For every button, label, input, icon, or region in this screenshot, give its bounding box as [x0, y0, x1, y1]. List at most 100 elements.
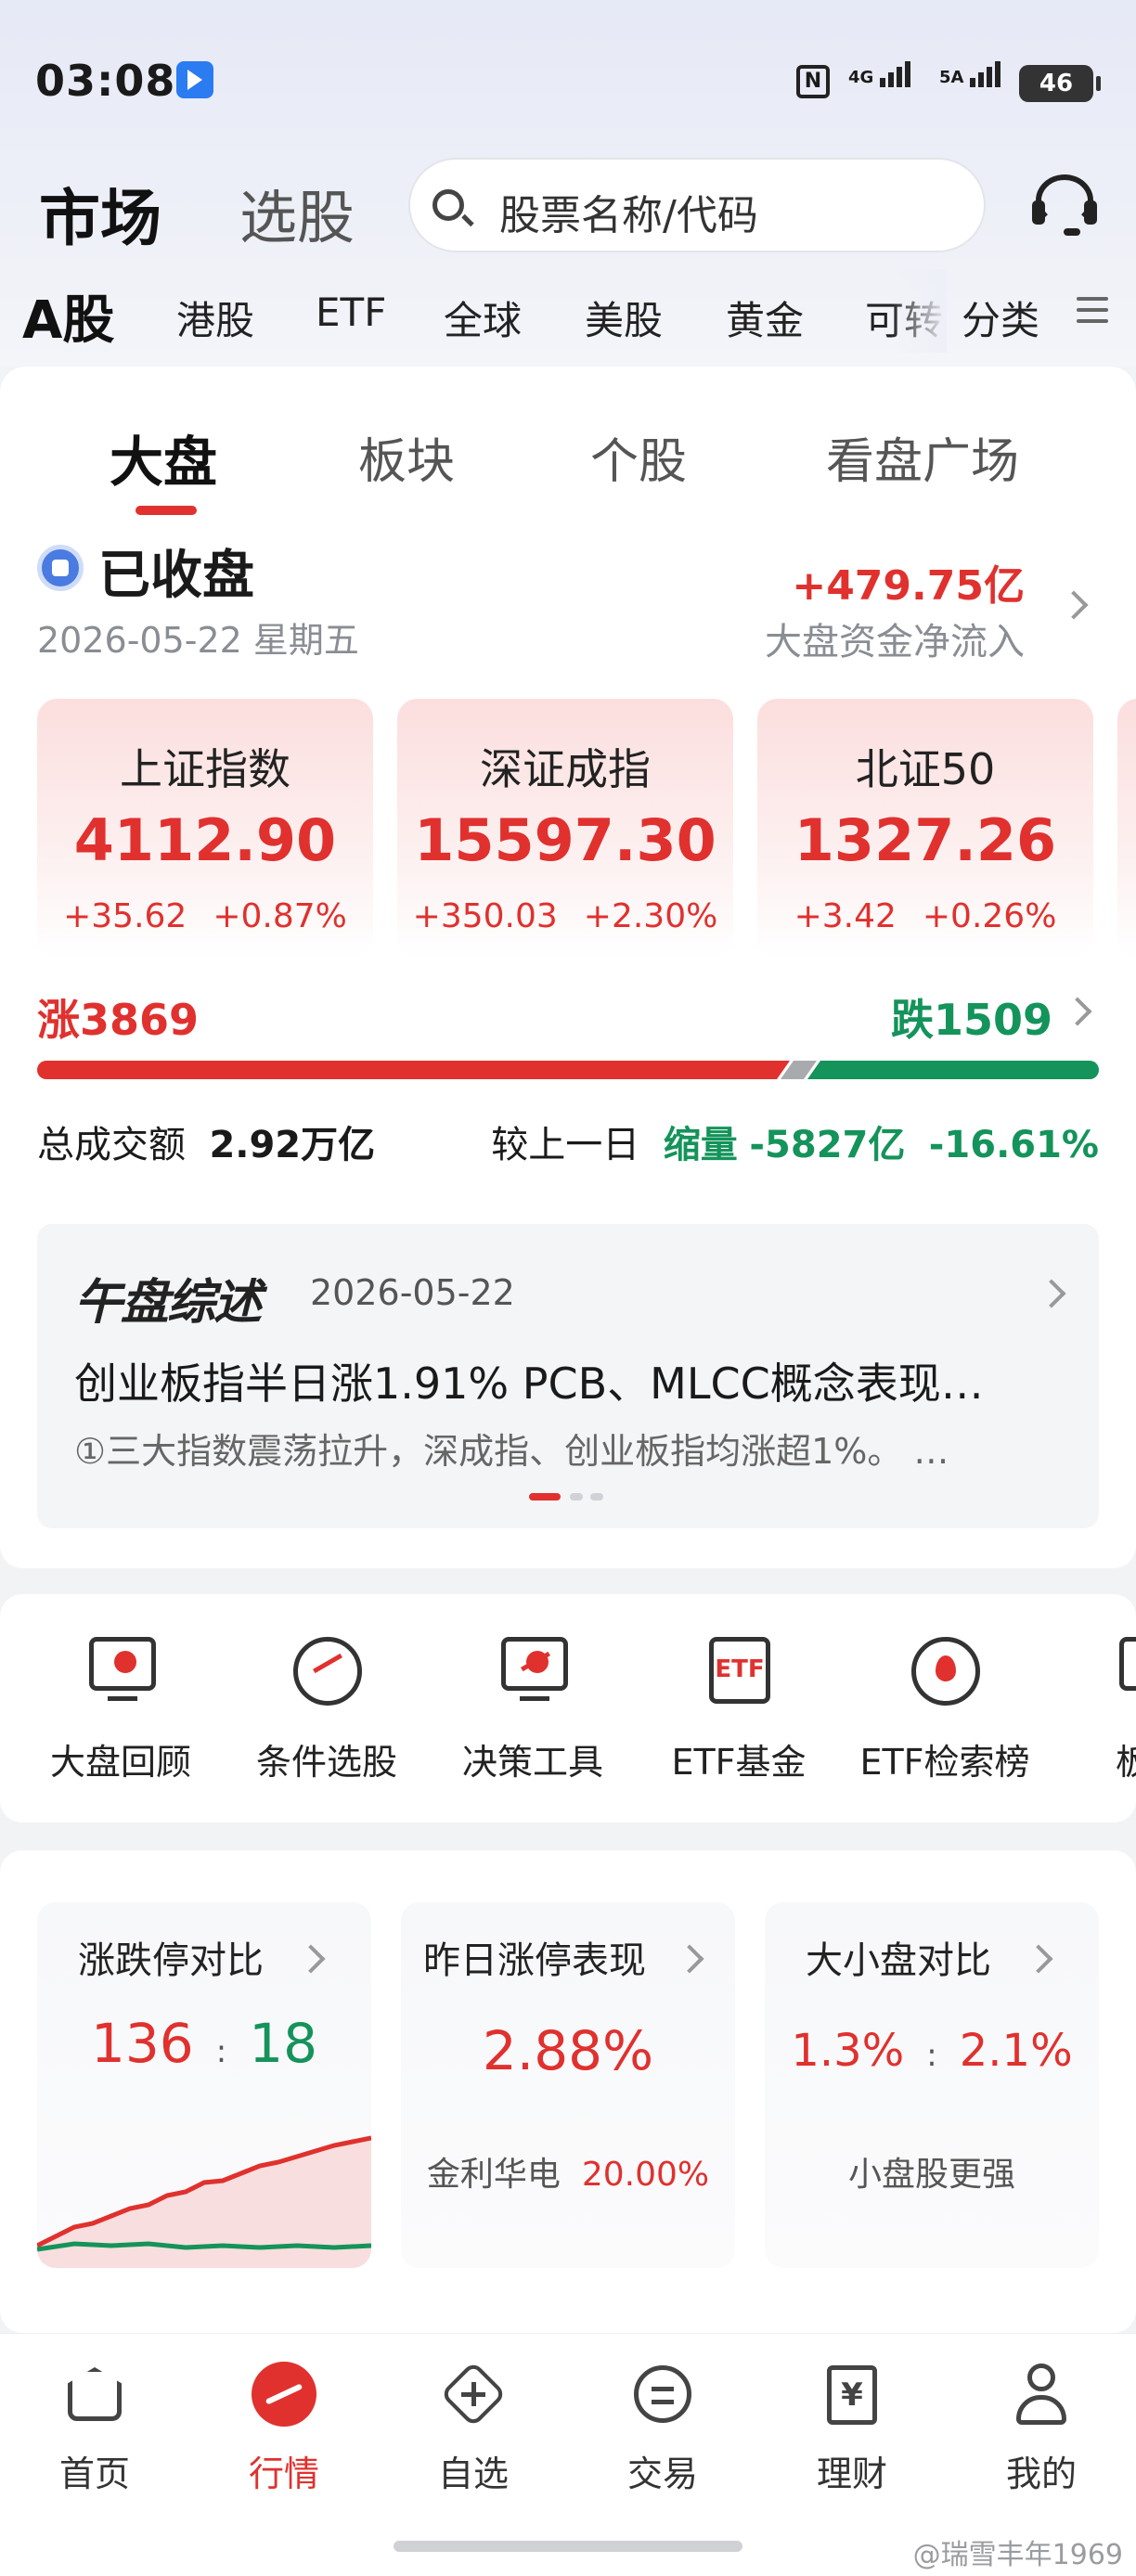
search-placeholder: 股票名称/代码 [499, 192, 758, 239]
market-review-icon [82, 1631, 160, 1709]
status-bar: 03:08 N 4G 5A 46 [0, 0, 1136, 158]
signal-5g-icon: 5A [939, 61, 1003, 87]
advance-decline-bar [37, 1061, 1099, 1079]
nav-profile[interactable]: 我的 [947, 2362, 1136, 2501]
category-global[interactable]: 全球 [444, 290, 522, 346]
tool-condition-picker[interactable]: 条件选股 [234, 1631, 420, 1798]
market-status: 已收盘 [98, 546, 254, 606]
cap-compare-card[interactable]: 大小盘对比 1.3%:2.1% 小盘股更强 [765, 1902, 1099, 2268]
nfc-icon: N [796, 65, 830, 98]
chevron-right-icon[interactable] [1059, 590, 1089, 620]
nav-wealth[interactable]: ¥ 理财 [757, 2362, 947, 2501]
advance-bar [37, 1061, 790, 1079]
clock: 03:08 [35, 56, 176, 106]
tool-decision[interactable]: 决策工具 [440, 1631, 626, 1798]
news-title: 创业板指半日涨1.91% PCB、MLCC概念表现… [74, 1359, 984, 1409]
tool-etf-fund[interactable]: ETF ETF基金 [646, 1631, 832, 1798]
signal-4g-icon: 4G [848, 61, 913, 87]
scroll-fade [891, 269, 947, 353]
yesterday-top-stock: 金利华电 20.00% [426, 2156, 710, 2194]
index-cards: 上证指数 4112.90 +35.62 +0.87% 深证成指 15597.30 … [0, 699, 1136, 959]
customer-service-icon[interactable] [1032, 174, 1097, 236]
subtab-sector[interactable]: 板块 [358, 422, 455, 492]
news-summary: ①三大指数震荡拉升，深成指、创业板指均涨超1%。 … [74, 1431, 949, 1472]
sub-tabs: 大盘 板块 个股 看盘广场 [0, 394, 1136, 515]
nav-market[interactable]: 行情 [189, 2362, 379, 2501]
subtab-square[interactable]: 看盘广场 [826, 422, 1019, 492]
advancers-count: 涨3869 [37, 995, 200, 1045]
watchlist-plus-icon [440, 2361, 507, 2428]
cap-ratio: 1.3%:2.1% [791, 2025, 1073, 2077]
turnover-total: 总成交额 2.92万亿 [37, 1124, 376, 1166]
menu-icon[interactable] [1077, 297, 1108, 323]
turnover-compare: 较上一日 缩量 -5827亿 -16.61% [491, 1124, 1099, 1166]
limit-ratio: 136:18 [91, 2012, 317, 2075]
decline-bar [807, 1061, 1099, 1079]
market-date: 2026-05-22 星期五 [37, 620, 359, 661]
header: 市场 选股 股票名称/代码 [0, 158, 1136, 260]
subtab-stock[interactable]: 个股 [590, 422, 687, 492]
home-icon [62, 2362, 127, 2427]
etf-fund-icon: ETF [700, 1631, 778, 1709]
midday-summary-card[interactable]: 午盘综述 2026-05-22 创业板指半日涨1.91% PCB、MLCC概念表… [37, 1224, 1099, 1528]
index-card-next[interactable] [1117, 699, 1136, 959]
sector-icon [1112, 1631, 1136, 1709]
nav-trade[interactable]: 交易 [568, 2362, 757, 2501]
category-gold[interactable]: 黄金 [726, 290, 804, 346]
location-icon [176, 61, 213, 98]
market-trend-icon [252, 2362, 316, 2427]
tool-etf-rank[interactable]: ETF检索榜 [852, 1631, 1038, 1798]
category-etf[interactable]: ETF [316, 290, 386, 335]
carousel-dots [529, 1493, 640, 1502]
tools-card: 大盘回顾 条件选股 决策工具 ETF ETF基金 ETF检索榜 板块 [0, 1594, 1136, 1823]
decision-tool-icon [494, 1631, 572, 1709]
index-name: 北证50 [855, 744, 996, 794]
index-value: 15597.30 [414, 806, 716, 874]
yesterday-limit-card[interactable]: 昨日涨停表现 2.88% 金利华电 20.00% [401, 1902, 735, 2268]
stats-card: 涨跌停对比 136:18 昨日涨停表现 2.88% 金利华电 20.00% 大小… [0, 1850, 1136, 2333]
category-tabs: A股 港股 ETF 全球 美股 黄金 可转 分类 [0, 269, 1136, 353]
nav-home[interactable]: 首页 [0, 2362, 189, 2501]
active-tab-indicator [136, 506, 197, 515]
market-closed-icon [37, 545, 84, 591]
etf-rank-icon [906, 1631, 984, 1709]
limit-compare-card[interactable]: 涨跌停对比 136:18 [37, 1902, 371, 2268]
limit-trend-chart [37, 2135, 371, 2268]
chevron-right-icon [1037, 1279, 1066, 1308]
index-card-shanghai[interactable]: 上证指数 4112.90 +35.62 +0.87% [37, 699, 373, 959]
tab-market[interactable]: 市场 [39, 169, 161, 258]
index-value: 4112.90 [73, 806, 337, 874]
home-indicator[interactable] [394, 2541, 742, 2552]
index-change: +35.62 +0.87% [63, 897, 347, 935]
nav-watchlist[interactable]: 自选 [379, 2361, 568, 2501]
chevron-right-icon [296, 1944, 326, 1974]
chevron-right-icon [1024, 1944, 1053, 1974]
index-card-bse50[interactable]: 北证50 1327.26 +3.42 +0.26% [757, 699, 1093, 959]
category-a-shares[interactable]: A股 [22, 278, 114, 354]
chevron-right-icon [675, 1944, 704, 1974]
tool-sector[interactable]: 板块 [1058, 1631, 1136, 1798]
condition-picker-icon [288, 1631, 366, 1709]
trade-exchange-icon [630, 2362, 695, 2427]
index-card-shenzhen[interactable]: 深证成指 15597.30 +350.03 +2.30% [397, 699, 733, 959]
category-classify[interactable]: 分类 [962, 290, 1039, 346]
yen-icon: ¥ [820, 2362, 884, 2427]
tool-market-review[interactable]: 大盘回顾 [28, 1631, 213, 1798]
index-value: 1327.26 [794, 806, 1057, 874]
battery-indicator: 46 [1019, 65, 1101, 102]
news-brand: 午盘综述 [74, 1275, 262, 1331]
cap-note: 小盘股更强 [847, 2156, 1015, 2194]
capital-inflow-value[interactable]: +479.75亿 [792, 552, 1025, 612]
subtab-market[interactable]: 大盘 [110, 419, 217, 496]
capital-inflow-label[interactable]: 大盘资金净流入 [765, 612, 1025, 665]
watermark: @瑞雪丰年1969 [912, 2539, 1123, 2571]
search-icon [432, 189, 464, 221]
chevron-right-icon [1063, 997, 1092, 1026]
index-change: +350.03 +2.30% [412, 897, 718, 935]
category-us-stocks[interactable]: 美股 [585, 290, 663, 346]
search-box[interactable]: 股票名称/代码 [408, 158, 986, 252]
tab-stock-picker[interactable]: 选股 [239, 171, 355, 254]
advance-decline[interactable]: 涨3869 跌1509 [37, 986, 1099, 1116]
user-icon [1009, 2362, 1074, 2427]
category-hk-stocks[interactable]: 港股 [176, 290, 254, 346]
